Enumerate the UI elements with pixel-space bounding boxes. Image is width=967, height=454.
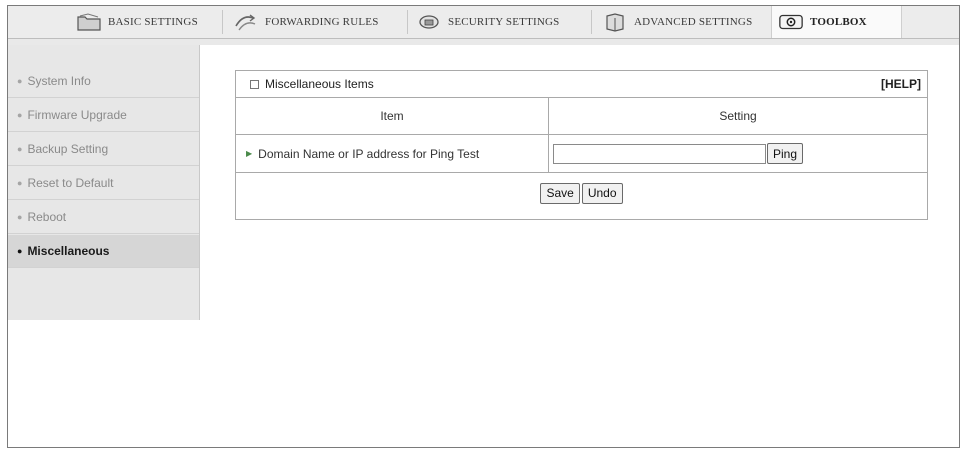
sidebar-item-label: Reset to Default xyxy=(27,176,114,190)
tab-label: BASIC SETTINGS xyxy=(108,16,198,28)
ping-address-input[interactable] xyxy=(553,143,766,164)
tab-toolbox[interactable]: TOOLBOX xyxy=(771,6,902,38)
tab-label: ADVANCED SETTINGS xyxy=(634,16,753,28)
sidebar-item-reboot[interactable]: ● Reboot xyxy=(8,201,199,234)
tab-divider xyxy=(222,10,223,34)
tab-label: FORWARDING RULES xyxy=(265,16,379,28)
bullet-icon: ● xyxy=(17,144,23,154)
ping-label: Domain Name or IP address for Ping Test xyxy=(258,146,480,161)
actions-row: Save Undo xyxy=(236,173,927,219)
undo-button[interactable]: Undo xyxy=(581,182,623,204)
panel-header: Miscellaneous Items [HELP] xyxy=(236,71,927,98)
column-divider xyxy=(548,135,549,172)
bullet-icon: ● xyxy=(17,110,23,120)
help-link[interactable]: [HELP] xyxy=(881,77,921,91)
sidebar-item-reset-to-default[interactable]: ● Reset to Default xyxy=(8,167,199,200)
bullet-icon: ● xyxy=(17,178,23,188)
bullet-icon: ● xyxy=(17,212,23,222)
ping-setting-cell: Ping xyxy=(553,135,923,172)
arrow-right-icon: ▶ xyxy=(246,149,253,158)
toolbox-icon xyxy=(778,11,804,33)
miscellaneous-panel: Miscellaneous Items [HELP] Item Setting … xyxy=(235,70,928,220)
top-navigation: BASIC SETTINGS FORWARDING RULES SECURITY… xyxy=(8,6,959,39)
tab-forwarding-rules[interactable]: FORWARDING RULES xyxy=(233,6,379,38)
sidebar-item-label: Firmware Upgrade xyxy=(27,108,127,122)
table-row: ▶ Domain Name or IP address for Ping Tes… xyxy=(236,135,927,173)
save-button[interactable]: Save xyxy=(540,182,580,204)
tab-divider xyxy=(591,10,592,34)
folder-icon xyxy=(76,11,102,33)
sidebar-item-label: Reboot xyxy=(27,210,67,224)
router-admin-window: BASIC SETTINGS FORWARDING RULES SECURITY… xyxy=(7,5,960,448)
shield-lock-icon xyxy=(416,11,442,33)
column-header-setting: Setting xyxy=(719,109,757,123)
sidebar-item-firmware-upgrade[interactable]: ● Firmware Upgrade xyxy=(8,99,199,132)
advanced-cube-icon xyxy=(602,11,628,33)
tab-advanced-settings[interactable]: ADVANCED SETTINGS xyxy=(602,6,752,38)
sidebar-item-label: Miscellaneous xyxy=(27,244,110,258)
checkbox-square-icon xyxy=(250,79,259,89)
column-header-item: Item xyxy=(380,109,404,123)
tab-divider xyxy=(407,10,408,34)
tab-label: TOOLBOX xyxy=(810,16,867,28)
forward-arrows-icon xyxy=(233,11,259,33)
sidebar-item-miscellaneous[interactable]: ● Miscellaneous xyxy=(8,235,199,268)
tab-label: SECURITY SETTINGS xyxy=(448,16,560,28)
actions-cell: Save Undo xyxy=(236,173,927,213)
bullet-icon: ● xyxy=(17,76,23,86)
sidebar-item-backup-setting[interactable]: ● Backup Setting xyxy=(8,133,199,166)
sidebar-item-label: Backup Setting xyxy=(27,142,109,156)
ping-button[interactable]: Ping xyxy=(767,143,804,164)
bullet-icon: ● xyxy=(17,246,23,256)
ping-label-cell: ▶ Domain Name or IP address for Ping Tes… xyxy=(236,135,548,172)
tab-basic-settings[interactable]: BASIC SETTINGS xyxy=(76,6,198,38)
table-header-row: Item Setting xyxy=(236,98,927,135)
sidebar-item-label: System Info xyxy=(27,74,91,88)
sidebar: ● System Info ● Firmware Upgrade ● Backu… xyxy=(8,45,200,320)
panel-title: Miscellaneous Items xyxy=(265,77,374,91)
tab-security-settings[interactable]: SECURITY SETTINGS xyxy=(416,6,559,38)
sidebar-item-system-info[interactable]: ● System Info xyxy=(8,65,199,98)
